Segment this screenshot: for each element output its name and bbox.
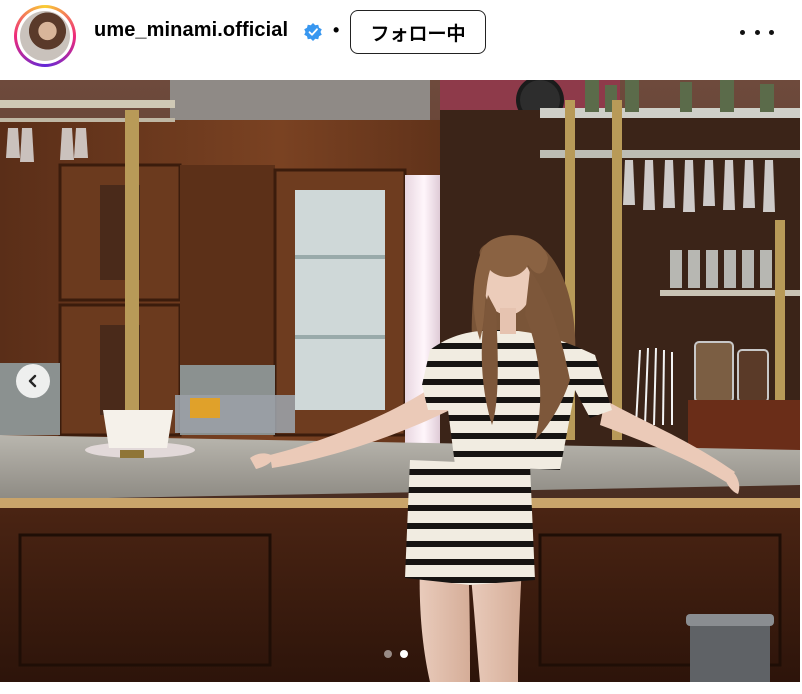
carousel-dot (384, 650, 392, 658)
more-dot (754, 29, 760, 35)
following-button[interactable]: フォロー中 (350, 10, 486, 54)
post-header: ume_minami.official • フォロー中 (0, 0, 802, 80)
avatar-image (20, 11, 70, 61)
avatar-inner (17, 8, 73, 64)
carousel-prev-button[interactable] (16, 364, 50, 398)
username-link[interactable]: ume_minami.official (94, 19, 288, 42)
chevron-left-icon (28, 374, 37, 388)
more-options-icon[interactable] (740, 20, 774, 44)
carousel-dot-active (400, 650, 408, 658)
post-photo[interactable] (0, 80, 800, 682)
avatar[interactable] (14, 5, 76, 67)
photo-illustration (0, 80, 800, 682)
more-dot (740, 29, 745, 35)
carousel-indicator (384, 650, 414, 660)
more-dot (769, 29, 774, 35)
verified-badge-icon (304, 23, 322, 41)
separator-dot: • (333, 20, 340, 40)
